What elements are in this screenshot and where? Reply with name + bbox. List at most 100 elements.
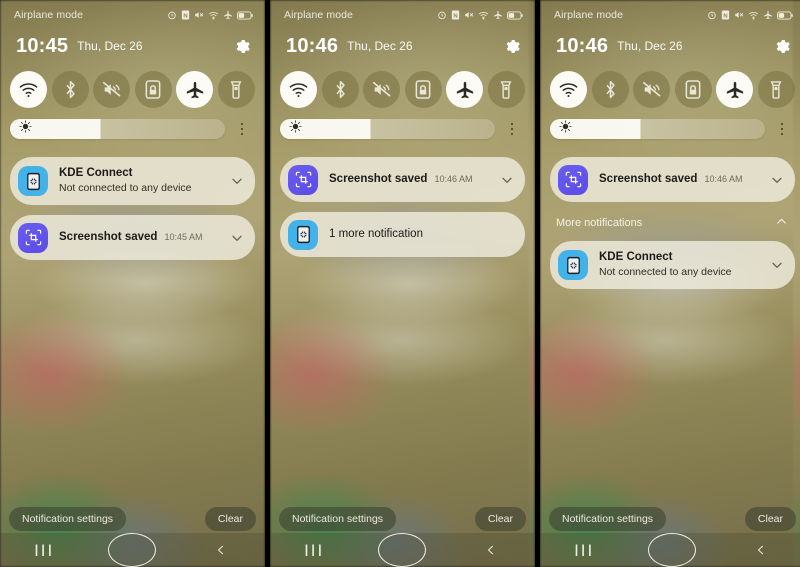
brightness-icon <box>559 120 572 138</box>
airplane-icon <box>493 10 503 20</box>
settings-gear-icon[interactable] <box>504 38 521 55</box>
notification-text: KDE Connect Not connected to any device <box>59 166 225 195</box>
toggle-sound-mute[interactable] <box>93 71 131 108</box>
wifi-icon <box>208 10 219 20</box>
notification-title: Screenshot saved <box>599 173 698 186</box>
notification-title: KDE Connect <box>59 167 133 180</box>
toggle-bluetooth[interactable] <box>51 71 89 108</box>
toggle-screen-lock[interactable] <box>404 71 442 108</box>
recents-icon[interactable]: III <box>290 533 338 567</box>
status-bar: Airplane mode N <box>540 0 800 30</box>
chevron-down-icon[interactable] <box>769 257 785 273</box>
date-label: Thu, Dec 26 <box>617 39 683 53</box>
more-notifications-header[interactable]: More notifications <box>540 212 800 241</box>
toggle-screen-lock[interactable] <box>674 71 712 108</box>
notification-text: Screenshot saved 10:45 AM <box>59 230 225 244</box>
kebab-menu-icon[interactable] <box>771 122 793 136</box>
clear-button[interactable]: Clear <box>744 507 796 531</box>
toggle-flashlight[interactable] <box>217 71 255 108</box>
notification-kde-connect[interactable]: KDE Connect Not connected to any device <box>550 241 795 289</box>
nfc-icon: N <box>181 10 190 20</box>
notification-kde-connect[interactable]: KDE Connect Not connected to any device <box>10 157 255 205</box>
back-icon[interactable] <box>467 533 515 567</box>
mute-icon <box>464 10 474 20</box>
toggle-bluetooth[interactable] <box>321 71 359 108</box>
toggle-airplane-mode[interactable] <box>176 71 214 108</box>
notification-time: 10:46 AM <box>434 174 473 185</box>
airplane-icon <box>223 10 233 20</box>
settings-gear-icon[interactable] <box>774 38 791 55</box>
brightness-slider[interactable] <box>280 119 495 139</box>
notification-list-3: Screenshot saved 10:46 AM <box>540 139 800 202</box>
toggle-wifi[interactable] <box>550 71 587 108</box>
toggle-airplane-mode[interactable] <box>446 71 484 108</box>
brightness-slider[interactable] <box>550 119 765 139</box>
notification-text: KDE Connect Not connected to any device <box>599 250 765 279</box>
chevron-up-icon[interactable] <box>774 214 789 232</box>
brightness-row <box>540 108 800 139</box>
notification-screenshot-saved[interactable]: Screenshot saved 10:46 AM <box>280 157 525 202</box>
chevron-down-icon[interactable] <box>229 230 245 246</box>
toggle-flashlight[interactable] <box>487 71 525 108</box>
notification-shade-panel-1: Airplane mode N 10:45 Thu, Dec 26 KDE Co… <box>0 0 265 567</box>
toggle-screen-lock[interactable] <box>134 71 172 108</box>
svg-text:N: N <box>453 13 457 19</box>
notification-time: 10:45 AM <box>164 232 203 243</box>
screenshot-icon <box>558 164 588 195</box>
home-icon[interactable] <box>648 533 697 567</box>
notification-settings-button[interactable]: Notification settings <box>9 507 127 531</box>
back-icon[interactable] <box>737 533 785 567</box>
shade-header: 10:46 Thu, Dec 26 <box>540 30 800 62</box>
settings-gear-icon[interactable] <box>234 38 251 55</box>
clear-button[interactable]: Clear <box>204 507 256 531</box>
status-bar-label: Airplane mode <box>14 9 84 21</box>
kebab-menu-icon[interactable] <box>501 122 523 136</box>
screenshot-icon <box>288 164 318 195</box>
quick-settings-toggles <box>270 62 535 108</box>
home-icon[interactable] <box>378 533 427 567</box>
notification-text: 1 more notification <box>329 227 515 241</box>
kebab-menu-icon[interactable] <box>231 122 253 136</box>
navigation-bar: III <box>0 533 265 567</box>
brightness-row <box>0 108 265 139</box>
navigation-bar: III <box>540 533 800 567</box>
notification-screenshot-saved[interactable]: Screenshot saved 10:46 AM <box>550 157 795 202</box>
toggle-airplane-mode[interactable] <box>716 71 754 108</box>
chevron-down-icon[interactable] <box>499 172 515 188</box>
notification-screenshot-saved[interactable]: Screenshot saved 10:45 AM <box>10 215 255 260</box>
notification-settings-button[interactable]: Notification settings <box>549 507 667 531</box>
chevron-down-icon[interactable] <box>229 173 245 189</box>
kde-connect-icon <box>18 166 48 196</box>
toggle-sound-mute[interactable] <box>363 71 401 108</box>
shade-header: 10:46 Thu, Dec 26 <box>270 30 535 62</box>
brightness-slider[interactable] <box>10 119 225 139</box>
toggle-sound-mute[interactable] <box>633 71 671 108</box>
clock: 10:46 <box>556 35 609 57</box>
clear-button[interactable]: Clear <box>474 507 526 531</box>
status-bar-icons: N <box>707 10 793 20</box>
toggle-flashlight[interactable] <box>757 71 795 108</box>
notification-title: Screenshot saved <box>329 173 428 186</box>
chevron-down-icon[interactable] <box>769 172 785 188</box>
brightness-icon <box>289 120 302 138</box>
notification-more-summary[interactable]: 1 more notification <box>280 212 525 257</box>
notification-shade-panel-2: Airplane mode N 10:46 Thu, Dec 26 Screen… <box>270 0 535 567</box>
mute-icon <box>194 10 204 20</box>
toggle-bluetooth[interactable] <box>591 71 629 108</box>
notification-body: Not connected to any device <box>599 265 732 278</box>
notification-settings-button[interactable]: Notification settings <box>279 507 397 531</box>
battery-icon <box>777 11 793 20</box>
recents-icon[interactable]: III <box>560 533 608 567</box>
toggle-wifi[interactable] <box>280 71 317 108</box>
home-icon[interactable] <box>108 533 157 567</box>
wifi-icon <box>478 10 489 20</box>
svg-text:N: N <box>723 13 727 19</box>
kde-connect-icon <box>288 219 318 250</box>
back-icon[interactable] <box>197 533 245 567</box>
notification-title: 1 more notification <box>329 228 423 241</box>
recents-icon[interactable]: III <box>20 533 68 567</box>
status-bar-label: Airplane mode <box>284 9 354 21</box>
status-bar: Airplane mode N <box>0 0 265 30</box>
kde-connect-icon <box>558 250 588 280</box>
toggle-wifi[interactable] <box>10 71 47 108</box>
